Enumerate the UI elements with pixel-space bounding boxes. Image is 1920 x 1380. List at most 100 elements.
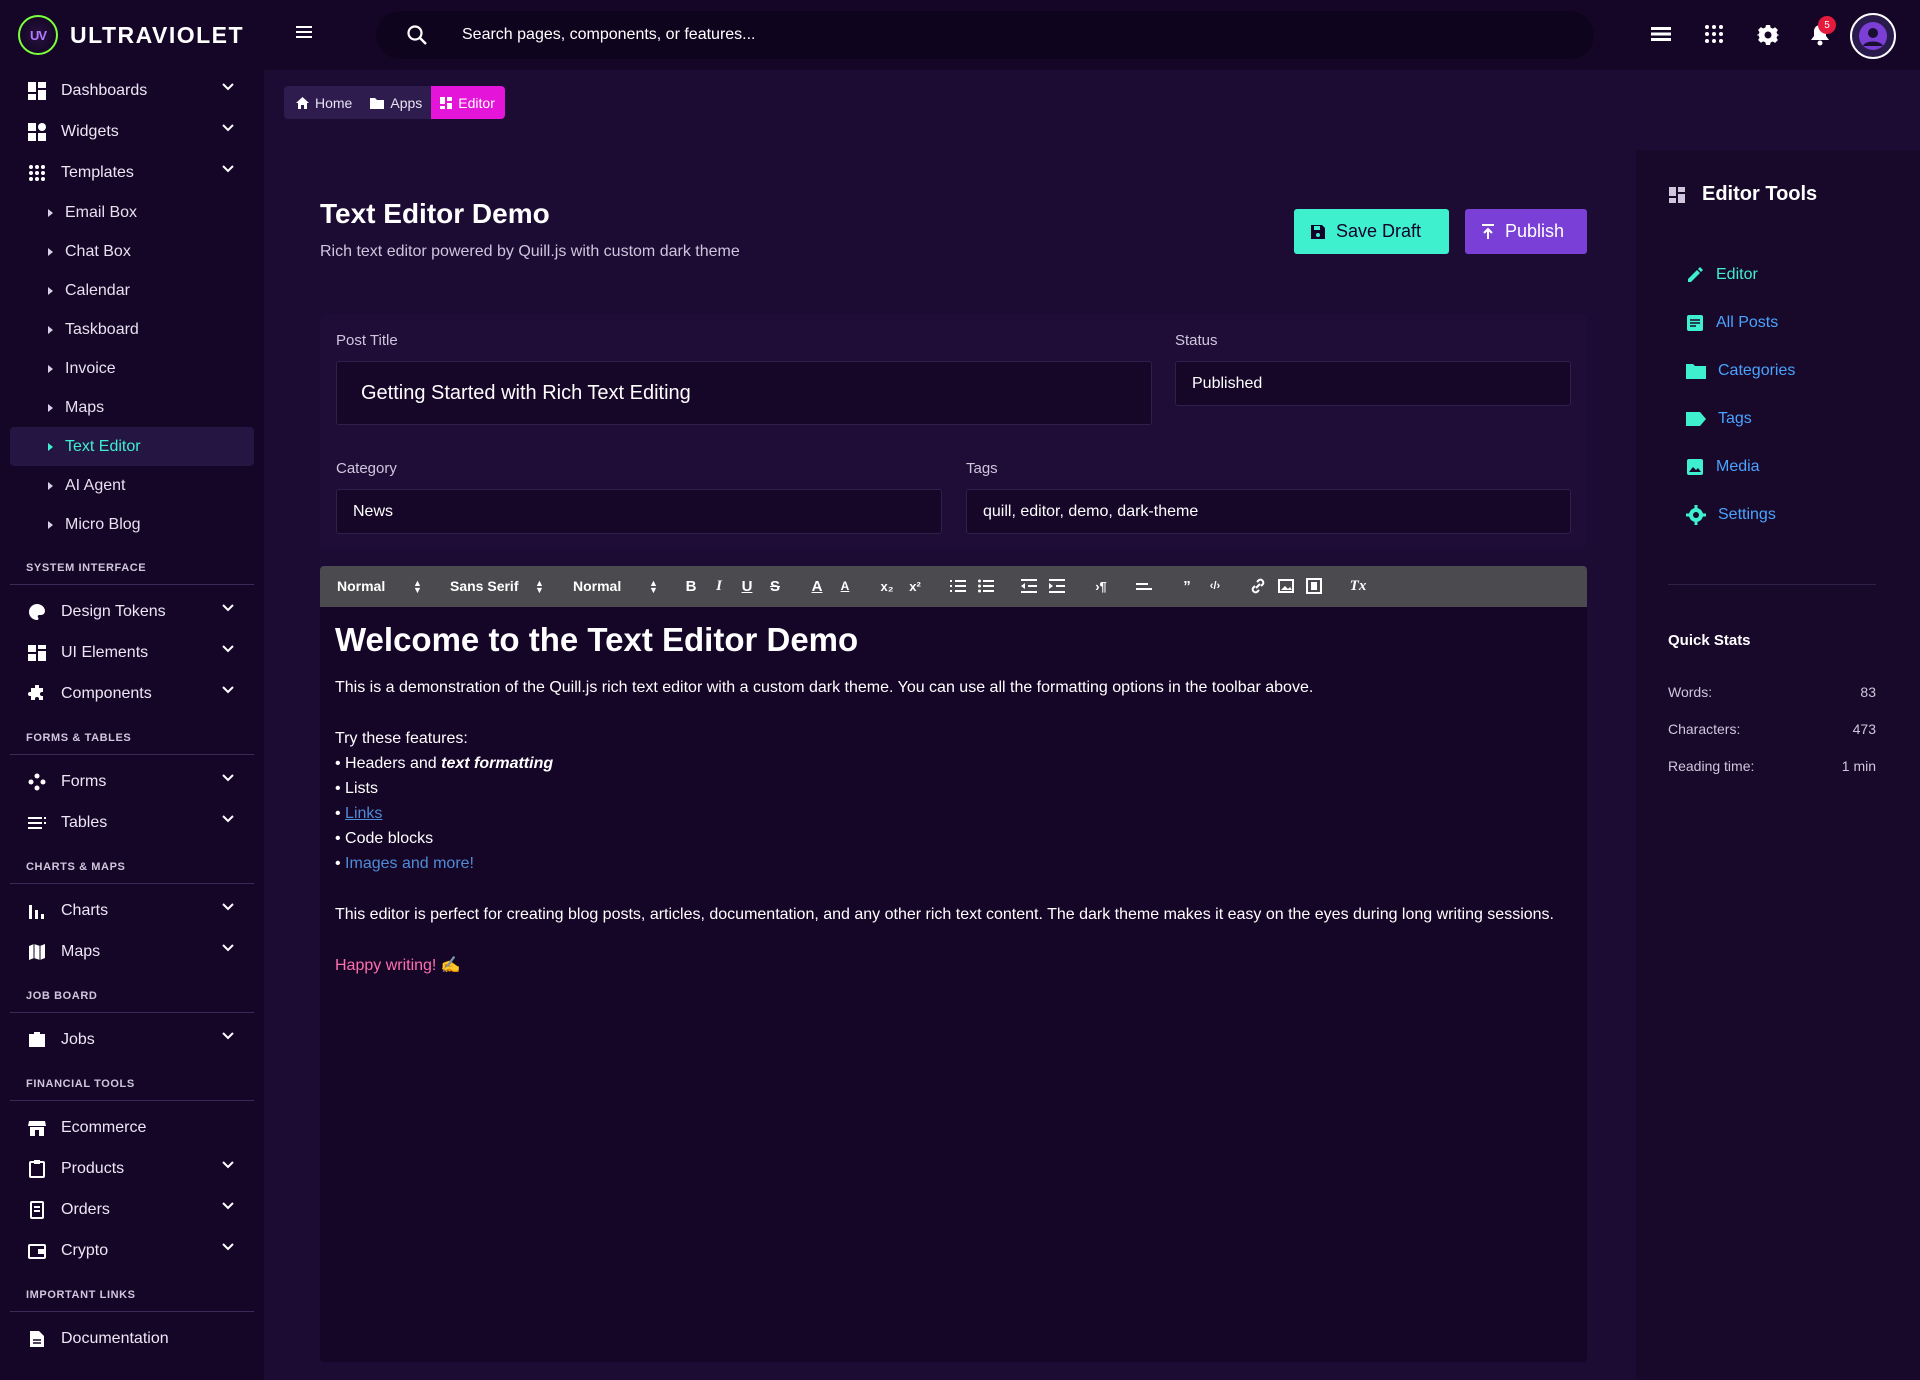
bullet-glyph: • [335, 780, 346, 797]
editor-feature-item: • Lists [335, 776, 1572, 801]
tools-item-media[interactable]: Media [1686, 455, 1760, 479]
outdent-icon[interactable] [1020, 577, 1038, 595]
sidebar-item-documentation[interactable]: Documentation [10, 1318, 254, 1359]
tools-item-editor[interactable]: Editor [1686, 263, 1758, 287]
menu-icon[interactable] [296, 25, 314, 39]
sidebar-item-label: Dashboards [61, 81, 148, 99]
sidebar-subitem-micro-blog[interactable]: Micro Blog [10, 505, 254, 544]
sidebar-subitem-invoice[interactable]: Invoice [10, 349, 254, 388]
sidebar-subitem-email-box[interactable]: Email Box [10, 193, 254, 232]
save-draft-button[interactable]: Save Draft [1294, 209, 1449, 254]
sidebar-item-maps[interactable]: Maps [10, 931, 254, 972]
sidebar-item-templates[interactable]: Templates [10, 152, 254, 193]
text-direction-icon[interactable]: ›¶ [1092, 577, 1110, 595]
tools-item-label: All Posts [1716, 314, 1779, 331]
sidebar-subitem-text-editor[interactable]: Text Editor [10, 427, 254, 466]
sidebar-subitem-label: Calendar [65, 281, 130, 299]
sidebar-item-jobs[interactable]: Jobs [10, 1019, 254, 1060]
breadcrumb-home[interactable]: Home [284, 86, 362, 119]
video-icon[interactable] [1305, 577, 1323, 595]
sidebar-item-label: Widgets [61, 122, 119, 140]
list-view-icon[interactable] [1651, 24, 1671, 44]
font-family-select[interactable]: Sans Serif ▲ ▼ [450, 578, 544, 595]
editor-toolbar: Normal ▲ ▼ Sans Serif ▲ ▼ Normal ▲ ▼ B I U … [320, 566, 1587, 607]
gear-icon[interactable] [1757, 24, 1779, 46]
quick-stats-title: Quick Stats [1668, 632, 1751, 649]
sidebar-subitem-maps[interactable]: Maps [10, 388, 254, 427]
tags-input[interactable] [966, 489, 1571, 534]
sidebar-item-crypto[interactable]: Crypto [10, 1230, 254, 1271]
sidebar-item-design-tokens[interactable]: Design Tokens [10, 591, 254, 632]
tools-item-label: Categories [1718, 362, 1796, 379]
sidebar-item-label: Jobs [61, 1030, 95, 1048]
sidebar-item-label: Orders [61, 1200, 110, 1218]
tools-item-all-posts[interactable]: All Posts [1686, 311, 1778, 335]
link-icon[interactable] [1249, 577, 1267, 595]
tools-item-settings[interactable]: Settings [1686, 503, 1776, 527]
sidebar-item-ecommerce[interactable]: Ecommerce [10, 1107, 254, 1148]
chevron-down-icon [222, 1161, 234, 1169]
sidebar-item-products[interactable]: Products [10, 1148, 254, 1189]
sidebar-subitem-label: Text Editor [65, 437, 141, 455]
stat-row-characters: Characters: 473 [1668, 721, 1876, 737]
sidebar-subitem-label: AI Agent [65, 476, 126, 494]
breadcrumb-label: Home [315, 94, 353, 111]
sidebar-item-tables[interactable]: Tables [10, 802, 254, 843]
strike-icon[interactable]: S [766, 577, 784, 595]
editor-spacer [335, 876, 1572, 902]
sidebar-item-ui-elements[interactable]: UI Elements [10, 632, 254, 673]
superscript-icon[interactable]: x² [906, 577, 924, 595]
post-title-input[interactable] [336, 361, 1152, 425]
breadcrumb-apps[interactable]: Apps [361, 86, 432, 119]
section-heading-system-interface: SYSTEM INTERFACE [10, 544, 254, 585]
image-icon[interactable] [1277, 577, 1295, 595]
editor-feature-item: • Headers and text formatting [335, 751, 1572, 776]
chevron-down-icon [222, 903, 234, 911]
sidebar-subitem-chat-box[interactable]: Chat Box [10, 232, 254, 271]
bullet-list-icon[interactable] [977, 577, 995, 595]
code-block-icon[interactable]: ‹/› [1206, 577, 1224, 595]
underline-icon[interactable]: U [738, 577, 756, 595]
user-avatar[interactable] [1850, 13, 1896, 59]
status-select[interactable] [1175, 361, 1571, 406]
sidebar-subitem-label: Chat Box [65, 242, 131, 260]
folder-icon [370, 97, 385, 109]
font-size-select[interactable]: Normal ▲ ▼ [573, 578, 658, 595]
bold-icon[interactable]: B [682, 577, 700, 595]
apps-grid-icon[interactable] [1704, 24, 1724, 44]
text-color-icon[interactable]: A [808, 577, 826, 595]
sidebar-subitem-ai-agent[interactable]: AI Agent [10, 466, 254, 505]
sidebar-item-charts[interactable]: Charts [10, 890, 254, 931]
subscript-icon[interactable]: x₂ [878, 577, 896, 595]
sidebar-item-widgets[interactable]: Widgets [10, 111, 254, 152]
gear-icon [1686, 505, 1706, 525]
ordered-list-icon[interactable] [949, 577, 967, 595]
sidebar-subitem-label: Taskboard [65, 320, 139, 338]
sidebar-item-components[interactable]: Components [10, 673, 254, 714]
editor-content[interactable]: Welcome to the Text Editor Demo This is … [320, 607, 1587, 1362]
sidebar-item-dashboards[interactable]: Dashboards [10, 70, 254, 111]
sidebar-item-orders[interactable]: Orders [10, 1189, 254, 1230]
dashboard-icon [1669, 187, 1685, 203]
category-select[interactable] [336, 489, 942, 534]
italic-icon[interactable]: I [710, 577, 728, 595]
publish-button[interactable]: Publish [1465, 209, 1587, 254]
brand[interactable]: UV ULTRAVIOLET [0, 0, 264, 70]
sidebar-item-label: Templates [61, 163, 134, 181]
search-input[interactable] [462, 11, 1562, 59]
tools-item-categories[interactable]: Categories [1686, 359, 1795, 383]
tools-item-tags[interactable]: Tags [1686, 407, 1752, 431]
sidebar-item-forms[interactable]: Forms [10, 761, 254, 802]
background-color-icon[interactable]: A [836, 577, 854, 595]
sidebar-subitem-taskboard[interactable]: Taskboard [10, 310, 254, 349]
blockquote-icon[interactable]: ” [1178, 577, 1196, 595]
clear-format-icon[interactable]: Tx [1349, 577, 1367, 595]
indent-icon[interactable] [1048, 577, 1066, 595]
align-icon[interactable] [1135, 577, 1153, 595]
briefcase-icon [27, 1030, 47, 1050]
sidebar-subitem-calendar[interactable]: Calendar [10, 271, 254, 310]
editor-link[interactable]: Links [345, 805, 382, 822]
editor-intro: This is a demonstration of the Quill.js … [335, 679, 1314, 696]
chevron-down-icon [222, 83, 234, 91]
header-format-select[interactable]: Normal ▲ ▼ [337, 578, 422, 595]
